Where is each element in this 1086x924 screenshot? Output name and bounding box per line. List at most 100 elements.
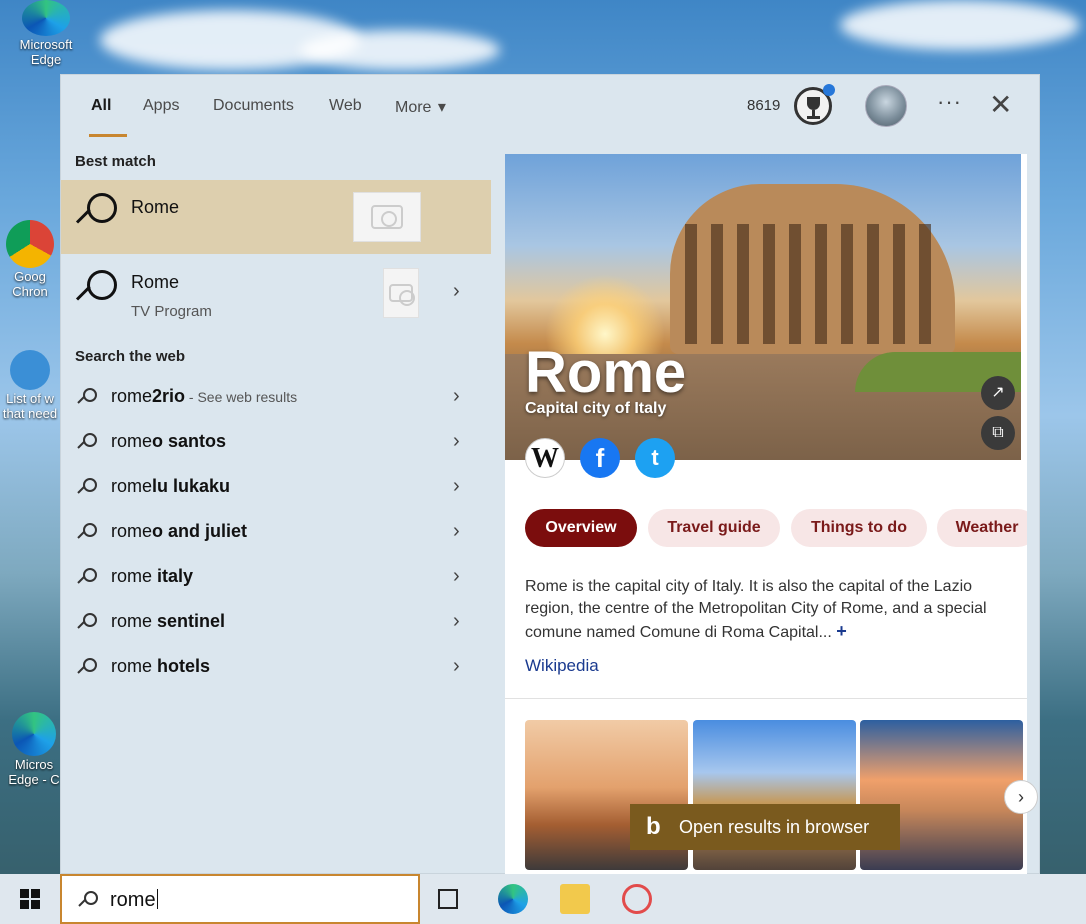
description-text: Rome is the capital city of Italy. It is… <box>525 578 987 641</box>
taskbar: rome <box>0 874 1086 924</box>
rewards-trophy-button[interactable] <box>794 84 835 125</box>
search-icon <box>75 193 119 237</box>
search-web-heading: Search the web <box>75 348 186 365</box>
search-icon <box>77 478 97 498</box>
expand-icon[interactable]: ⧉ <box>981 416 1015 450</box>
search-icon <box>77 433 97 453</box>
best-match-heading: Best match <box>75 153 156 170</box>
chevron-right-icon[interactable]: › <box>453 280 460 303</box>
desktop-icon-edge[interactable]: Microsoft Edge <box>14 0 78 68</box>
desktop-icon-label: Microsoft Edge <box>19 37 73 67</box>
web-result-query-suffix: o santos <box>152 431 227 451</box>
desktop-icon-label: Goog Chron <box>12 270 48 299</box>
edge-icon[interactable] <box>498 884 528 914</box>
text-caret <box>156 889 158 909</box>
best-match-result[interactable]: Rome <box>61 180 491 254</box>
chevron-right-icon: › <box>453 475 460 497</box>
tab-travel-guide[interactable]: Travel guide <box>648 509 780 547</box>
edge-icon <box>22 0 70 36</box>
trophy-icon <box>807 97 820 110</box>
hero-image: Rome Capital city of Italy ↗ ⧉ <box>505 154 1021 460</box>
web-result-hint: - See web results <box>185 389 298 405</box>
open-in-browser-button[interactable]: b Open results in browser <box>630 804 900 850</box>
entity-title: Rome <box>525 340 687 405</box>
search-icon <box>77 523 97 543</box>
close-button[interactable]: ✕ <box>989 91 1012 119</box>
search-query: rome <box>110 889 156 911</box>
web-result-query-suffix: lu lukaku <box>152 476 231 496</box>
edge-icon <box>12 712 56 756</box>
web-result-row[interactable]: romeo and juliet › <box>61 511 491 556</box>
web-result-row[interactable]: romelu lukaku › <box>61 466 491 511</box>
result-title: Rome <box>131 197 180 217</box>
chevron-down-icon: ▾ <box>437 99 446 116</box>
expand-description-icon[interactable]: + <box>836 621 847 641</box>
search-tabs-bar: All Apps Documents Web More ▾ 8619 ··· ✕ <box>61 75 1041 139</box>
chevron-right-icon: › <box>453 385 460 407</box>
web-result-row[interactable]: rome2rio - See web results › <box>61 376 491 421</box>
tab-apps[interactable]: Apps <box>143 97 179 115</box>
web-result-row[interactable]: rome hotels › <box>61 646 491 691</box>
source-link[interactable]: Wikipedia <box>525 656 599 676</box>
web-result-row[interactable]: rome italy › <box>61 556 491 601</box>
web-result-query-suffix: o and juliet <box>152 521 248 541</box>
file-explorer-icon[interactable] <box>560 884 590 914</box>
chevron-right-icon: › <box>453 430 460 452</box>
tab-weather[interactable]: Weather <box>937 509 1027 547</box>
windows-start-icon[interactable] <box>20 889 40 909</box>
web-result-row[interactable]: romeo santos › <box>61 421 491 466</box>
chevron-right-icon: › <box>453 610 460 632</box>
search-icon <box>77 388 97 408</box>
web-result-query-suffix: 2rio <box>152 386 186 406</box>
best-match-result[interactable]: Rome TV Program › <box>61 256 491 328</box>
desktop-icon-chrome[interactable]: Goog Chron <box>0 220 60 304</box>
wikipedia-icon[interactable]: W <box>525 438 565 478</box>
bing-icon: b <box>646 813 661 840</box>
web-result-query-prefix: rome <box>111 656 153 676</box>
desktop-cloud <box>300 30 500 70</box>
desktop-icon-ie-shortcut[interactable]: List of w that need <box>0 350 60 426</box>
search-icon <box>75 270 119 314</box>
web-result-row[interactable]: rome sentinel › <box>61 601 491 646</box>
chrome-icon <box>6 220 54 268</box>
facebook-icon[interactable]: f <box>580 438 620 478</box>
desktop-icon-edge-2[interactable]: Micros Edge - C <box>8 712 60 792</box>
chevron-right-icon: › <box>453 655 460 677</box>
tab-web[interactable]: Web <box>329 97 362 115</box>
more-options-icon[interactable]: ··· <box>937 89 962 115</box>
active-tab-indicator <box>89 134 127 137</box>
taskbar-search-input[interactable]: rome <box>60 874 420 924</box>
chevron-right-icon: › <box>453 520 460 542</box>
internet-explorer-icon <box>10 350 50 390</box>
web-result-query-prefix: rome <box>111 386 153 406</box>
web-result-query-suffix: hotels <box>152 656 211 676</box>
web-result-query-prefix: rome <box>111 476 153 496</box>
rewards-points: 8619 <box>747 97 781 114</box>
snipping-tool-icon[interactable] <box>622 884 652 914</box>
web-result-query-prefix: rome <box>111 611 153 631</box>
gallery-next-button[interactable]: › <box>1004 780 1038 814</box>
desktop-icon-label: List of w that need <box>2 392 58 421</box>
divider <box>505 698 1027 699</box>
search-icon <box>77 613 97 633</box>
tab-documents[interactable]: Documents <box>213 97 294 115</box>
web-result-query-suffix: italy <box>152 566 194 586</box>
result-title: Rome <box>131 272 180 292</box>
tab-more[interactable]: More ▾ <box>395 97 446 117</box>
tab-all[interactable]: All <box>91 97 111 115</box>
web-result-query-prefix: rome <box>111 521 153 541</box>
entity-description: Rome is the capital city of Italy. It is… <box>525 576 1015 644</box>
open-in-browser-label: Open results in browser <box>679 817 870 837</box>
search-icon <box>78 891 98 911</box>
share-icon[interactable]: ↗ <box>981 376 1015 410</box>
web-result-query-prefix: rome <box>111 431 153 451</box>
avatar[interactable] <box>865 85 907 127</box>
task-view-icon[interactable] <box>438 889 458 909</box>
search-icon <box>77 658 97 678</box>
tab-more-label: More <box>395 99 432 116</box>
tab-things-to-do[interactable]: Things to do <box>791 509 927 547</box>
web-result-query-suffix: sentinel <box>152 611 226 631</box>
tab-overview[interactable]: Overview <box>525 509 637 547</box>
twitter-icon[interactable]: t <box>635 438 675 478</box>
result-thumbnail <box>383 268 419 318</box>
